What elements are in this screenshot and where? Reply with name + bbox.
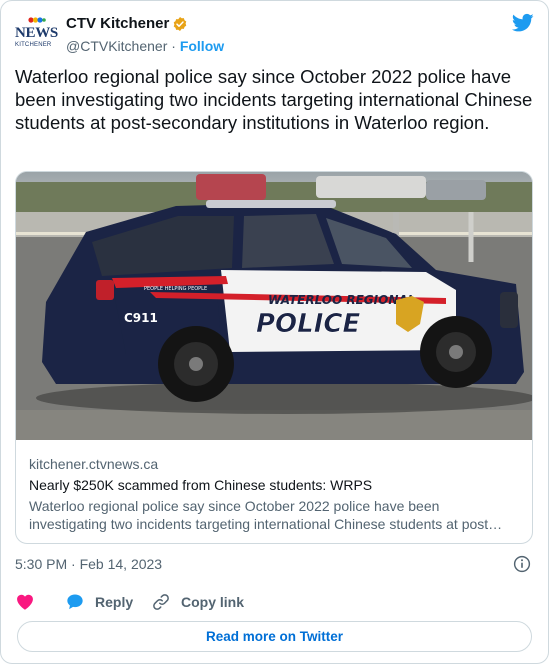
speech-bubble-icon bbox=[67, 594, 83, 610]
link-description: Waterloo regional police say since Octob… bbox=[29, 498, 503, 532]
info-icon[interactable] bbox=[513, 555, 531, 573]
read-more-button[interactable]: Read more on Twitter bbox=[17, 621, 532, 652]
like-button[interactable] bbox=[15, 591, 45, 613]
separator-dot: · bbox=[171, 38, 176, 55]
reply-button[interactable]: Reply bbox=[65, 591, 133, 613]
verified-badge-icon bbox=[174, 17, 187, 31]
link-domain: kitchener.ctvnews.ca bbox=[29, 456, 159, 472]
car-stripe-text: PEOPLE HELPING PEOPLE bbox=[144, 286, 207, 292]
avatar-kitchener-text: KITCHENER bbox=[15, 42, 52, 48]
reply-label: Reply bbox=[95, 594, 134, 610]
timestamp[interactable]: 5:30 PM · Feb 14, 2023 bbox=[15, 556, 162, 572]
car-unit-number: C911 bbox=[124, 311, 158, 325]
follow-button[interactable]: Follow bbox=[180, 38, 224, 54]
handle-row: @CTVKitchener · Follow bbox=[66, 37, 224, 55]
ctv-logo-icon bbox=[28, 17, 46, 23]
link-preview-card[interactable]: WATERLOO REGIONAL POLICE PEOPLE HELPING … bbox=[15, 171, 533, 544]
car-police-text: POLICE bbox=[256, 309, 360, 339]
heart-icon bbox=[17, 594, 33, 610]
link-meta: kitchener.ctvnews.ca Nearly $250K scamme… bbox=[29, 455, 520, 533]
link-icon bbox=[153, 594, 169, 610]
author-handle[interactable]: @CTVKitchener bbox=[66, 38, 167, 54]
police-car-image: WATERLOO REGIONAL POLICE PEOPLE HELPING … bbox=[16, 172, 532, 440]
author-block: CTV Kitchener @CTVKitchener · Follow bbox=[66, 15, 224, 55]
tweet-text: Waterloo regional police say since Octob… bbox=[15, 66, 533, 133]
author-display-name[interactable]: CTV Kitchener bbox=[66, 15, 169, 33]
copy-link-button[interactable]: Copy link bbox=[151, 591, 244, 613]
car-agency-text: WATERLOO REGIONAL bbox=[268, 293, 415, 307]
copy-link-label: Copy link bbox=[181, 594, 245, 610]
tweet-header: NEWS KITCHENER CTV Kitchener @CTVKitchen… bbox=[15, 13, 534, 55]
link-title: Nearly $250K scammed from Chinese studen… bbox=[29, 477, 373, 493]
twitter-bird-icon[interactable] bbox=[512, 13, 534, 33]
tweet-card: NEWS KITCHENER CTV Kitchener @CTVKitchen… bbox=[0, 0, 549, 664]
action-bar: Reply Copy link bbox=[15, 591, 534, 613]
timestamp-row: 5:30 PM · Feb 14, 2023 bbox=[15, 555, 534, 573]
avatar[interactable]: NEWS KITCHENER bbox=[15, 13, 58, 55]
avatar-news-text: NEWS bbox=[15, 25, 58, 41]
